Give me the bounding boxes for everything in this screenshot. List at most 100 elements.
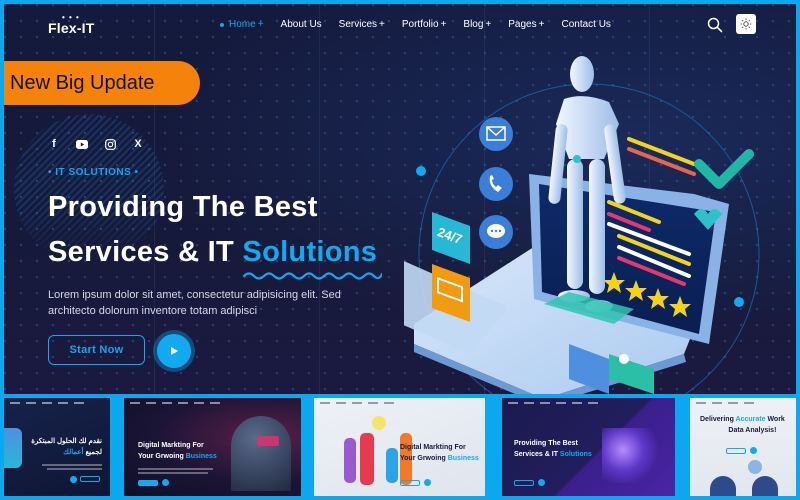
thumb-play-icon <box>538 479 545 486</box>
sun-icon <box>740 18 752 30</box>
thumb-title-prefix: Your Grwoing <box>138 453 186 460</box>
search-icon[interactable] <box>707 17 723 33</box>
active-dot-icon <box>220 22 224 27</box>
nav-item-pages[interactable]: Pages + <box>508 19 544 30</box>
thumb-digital-marketing-dark[interactable]: Digital Markting For Your Grwoing Busine… <box>124 398 301 496</box>
nav-label: Home <box>229 19 256 30</box>
thumb-nav <box>320 402 479 406</box>
thumb-button <box>400 480 420 486</box>
thumb-title: Digital Markting For Your Grwoing Busine… <box>400 442 479 464</box>
thumb-nav <box>696 402 790 406</box>
hero-title: Providing The Best Services & IT Solutio… <box>48 185 383 280</box>
thumb-data-analysis[interactable]: Delivering Accurate Work Data Analysis! <box>690 398 796 496</box>
youtube-glyph <box>76 139 88 149</box>
hero-section: • • • Flex-IT Home + About Us Services + P… <box>4 4 796 394</box>
thumb-play-icon <box>750 447 757 454</box>
nav-plus-icon: + <box>538 19 545 30</box>
thumb-person <box>360 433 374 485</box>
thumb-title-prefix: لجميع <box>83 449 102 456</box>
nav-plus-icon: + <box>440 19 447 30</box>
thumb-title-line2: Services & IT Solutions <box>514 449 592 460</box>
thumb-title: Delivering Accurate Work Data Analysis! <box>700 414 785 436</box>
thumb-it-solutions-purple[interactable]: Providing The Best Services & IT Solutio… <box>502 398 675 496</box>
contact-bubbles <box>479 117 513 249</box>
nav-item-services[interactable]: Services + <box>339 19 385 30</box>
nav-item-portfolio[interactable]: Portfolio + <box>402 19 447 30</box>
thumb-title-accent: Business <box>185 453 217 460</box>
thumb-lightbulb <box>372 416 386 430</box>
logo-dots-icon: • • • <box>62 13 80 22</box>
nav-label: Portfolio <box>401 19 439 30</box>
support-24-7-card: 24/7 <box>432 212 470 264</box>
robot-laptop-illustration: 24/7 <box>404 56 760 394</box>
thumb-title-line2: لجميع أعمالك <box>31 447 102 458</box>
thumb-title-line1: Providing The Best <box>514 440 578 447</box>
orbit-dot <box>416 166 426 176</box>
thumb-title-suffix: Work <box>765 416 785 423</box>
thumb-title-line2: Your Grwoing Business <box>138 451 217 462</box>
thumb-nav <box>10 402 104 406</box>
nav-plus-icon: + <box>379 19 385 30</box>
thumb-button <box>138 480 158 486</box>
thumb-button <box>514 480 534 486</box>
main-nav: Home + About Us Services + Portfolio + Blog… <box>220 19 611 30</box>
start-now-button[interactable]: Start Now <box>48 335 145 365</box>
facebook-icon[interactable]: f <box>48 138 60 150</box>
nav-label: About Us <box>280 19 322 30</box>
nav-plus-icon: + <box>257 19 264 30</box>
nav-item-contact[interactable]: Contact Us <box>561 19 610 30</box>
thumb-title-line1: Digital Markting For <box>400 444 466 451</box>
thumb-title-accent: أعمالك <box>63 449 84 456</box>
page-frame: • • • Flex-IT Home + About Us Services + P… <box>0 0 800 500</box>
thumb-title-prefix: Services & IT <box>514 451 560 458</box>
nav-plus-icon: + <box>485 19 492 30</box>
orbit-dot <box>734 297 744 307</box>
logo-text: Flex-IT <box>48 20 95 36</box>
hero-title-line2-prefix: Services & IT <box>48 236 243 268</box>
thumb-title-line2: Your Grwoing Business <box>400 453 479 464</box>
thumb-title-line1: Delivering Accurate Work <box>700 414 785 425</box>
thumb-title: Digital Markting For Your Grwoing Busine… <box>138 440 217 462</box>
play-icon <box>171 347 178 355</box>
thumb-title-accent: Business <box>447 455 479 462</box>
hero-title-accent: Solutions <box>242 236 383 280</box>
thumb-play-icon <box>70 476 77 483</box>
phone-bubble-icon <box>479 167 513 201</box>
play-video-button[interactable] <box>157 334 191 368</box>
hero-title-line2: Services & IT Solutions <box>48 230 383 280</box>
nav-label: Pages <box>508 19 537 30</box>
thumb-button <box>726 448 746 454</box>
nav-item-about[interactable]: About Us <box>281 19 322 30</box>
thumb-digital-marketing-light[interactable]: Digital Markting For Your Grwoing Busine… <box>314 398 485 496</box>
nav-label: Blog <box>463 19 484 30</box>
thumb-text-line <box>42 464 102 466</box>
thumb-person <box>386 448 398 483</box>
hero-tagline: • IT SOLUTIONS • <box>48 167 139 178</box>
logo[interactable]: • • • Flex-IT <box>48 13 95 36</box>
hero-description: Lorem ipsum dolor sit amet, consectetur … <box>48 289 341 317</box>
squiggle-underline-icon <box>243 272 383 280</box>
social-links: f X <box>48 138 144 150</box>
nav-label: Contact Us <box>561 19 611 30</box>
nav-item-blog[interactable]: Blog + <box>463 19 491 30</box>
new-update-badge[interactable]: New Big Update <box>4 61 200 105</box>
thumb-title: نقدم لك الحلول المبتكرة لجميع أعمالك <box>31 436 102 458</box>
nav-item-home[interactable]: Home + <box>220 19 264 30</box>
nav-label: Services <box>338 19 378 30</box>
thumb-rtl[interactable]: نقدم لك الحلول المبتكرة لجميع أعمالك <box>4 398 110 496</box>
thumb-play-icon <box>424 479 431 486</box>
thumb-title-accent: Solutions <box>559 451 592 458</box>
thumb-person <box>344 438 356 483</box>
thumb-title-accent: Accurate <box>735 416 766 423</box>
instagram-glyph <box>104 138 116 150</box>
instagram-icon[interactable] <box>104 138 116 150</box>
thumb-pie-chart <box>748 460 762 474</box>
theme-toggle-button[interactable] <box>736 14 756 34</box>
thumb-text-line <box>138 468 213 470</box>
robot-core-light <box>573 155 581 163</box>
thumb-title-line1: Digital Markting For <box>138 442 204 449</box>
x-icon[interactable]: X <box>132 138 144 150</box>
thumb-text-line <box>138 472 208 474</box>
youtube-icon[interactable] <box>76 138 88 150</box>
thumb-illustration <box>602 428 662 483</box>
